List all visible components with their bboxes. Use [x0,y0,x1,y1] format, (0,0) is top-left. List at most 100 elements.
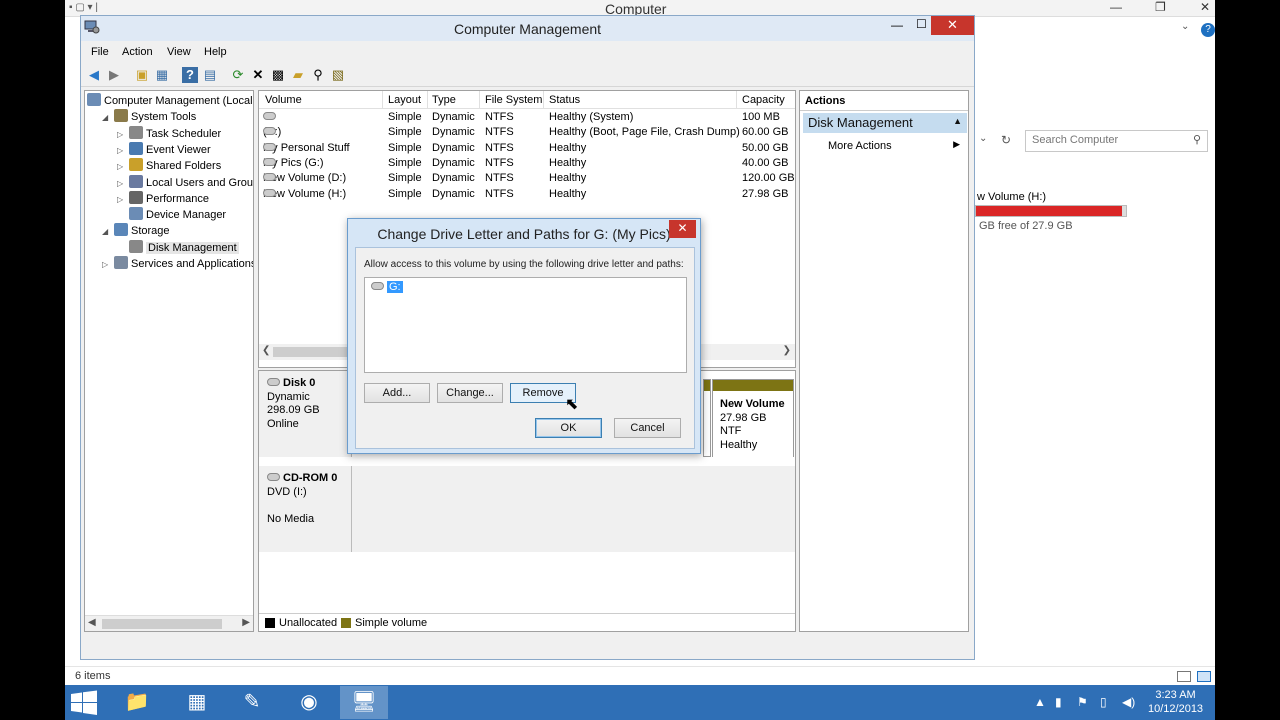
column-layout[interactable]: Layout [388,94,421,106]
show-hidden-icons-icon[interactable]: ▲ [1034,695,1046,709]
column-capacity[interactable]: Capacity [742,94,785,106]
action-center-icon[interactable]: ⚑ [1077,695,1088,709]
expand-icon[interactable]: ▷ [117,130,129,139]
chrome-taskbar-icon[interactable]: ◉ [285,686,333,719]
expand-icon[interactable]: ▷ [117,179,129,188]
volume-row[interactable]: (C:) Simple Dynamic NTFS Healthy (Boot, Page… [259,125,795,140]
clock[interactable]: 3:23 AM 10/12/2013 [1148,688,1203,716]
column-file-system[interactable]: File System [485,94,542,106]
tree-item-computer-management-local[interactable]: Computer Management (Local [87,93,253,109]
help-icon[interactable]: ? [1201,23,1215,37]
tree-item-disk-management[interactable]: Disk Management [117,239,239,256]
tree-item-shared-folders[interactable]: ▷ Shared Folders [117,158,221,174]
address-dropdown-icon[interactable]: ⌄ [979,133,987,144]
scroll-right-icon[interactable]: ▶ [242,617,250,628]
search-icon[interactable]: ⚲ [310,67,326,83]
cdrom-label[interactable]: CD-ROM 0 DVD (I:) No Media [259,466,352,552]
menu-view[interactable]: View [167,46,191,58]
collapse-icon[interactable]: ▲ [953,116,962,126]
more-actions[interactable]: More Actions [828,140,892,152]
show-hide-tree-icon[interactable]: ▦ [154,67,170,83]
start-button-icon[interactable] [69,690,99,716]
expand-icon[interactable]: ◢ [102,113,114,122]
scroll-thumb[interactable] [102,619,222,629]
refresh-icon[interactable]: ↻ [1001,133,1011,147]
volume-row[interactable]: My Personal Stuff Simple Dynamic NTFS Health… [259,141,795,156]
volume-row[interactable]: New Volume (H:) Simple Dynamic NTFS Healthy 2… [259,187,795,202]
tree-item-event-viewer[interactable]: ▷ Event Viewer [117,141,211,158]
volume-capacity-cell: 100 MB [742,111,780,123]
notes-taskbar-icon[interactable]: ✎ [228,686,276,719]
change-button[interactable]: Change... [437,383,503,403]
expand-icon[interactable]: ▷ [102,260,114,269]
computer-management-taskbar-icon[interactable]: 🖥 [340,686,388,719]
tree-item-services-and-applications[interactable]: ▷ Services and Applications [102,256,253,272]
actions-disk-management[interactable]: Disk Management ▲ [803,113,967,133]
expand-icon[interactable]: ▷ [117,195,129,204]
delete-icon[interactable]: ✕ [250,67,266,83]
tree-item-storage[interactable]: ◢ Storage [102,223,170,239]
volume-capacity-cell: 60.00 GB [742,126,789,139]
volume-row[interactable]: Simple Dynamic NTFS Healthy (System) 100 MB [259,110,795,125]
show-hide-action-pane-icon[interactable]: ▤ [202,67,218,83]
calculator-taskbar-icon[interactable]: ▦ [173,686,221,719]
tree-item-local-users-and-groups[interactable]: ▷ Local Users and Groups [117,174,253,191]
forward-icon[interactable]: ▶ [106,67,122,83]
properties-icon[interactable]: ▩ [270,67,286,83]
menu-action[interactable]: Action [122,46,153,58]
add-button[interactable]: Add... [364,383,430,403]
paths-list[interactable]: G: [364,277,687,373]
back-icon[interactable]: ◀ [86,67,102,83]
ok-button[interactable]: OK [535,418,602,438]
volume-block-status: Healthy [720,438,758,451]
scroll-right-icon[interactable]: ❯ [783,345,791,356]
volume-block-h[interactable]: New Volume 27.98 GB NTF Healthy [712,379,794,459]
power-icon[interactable]: ▯ [1100,695,1107,709]
tree-item-system-tools[interactable]: ◢ System Tools [102,109,196,125]
expand-icon[interactable]: ▷ [117,162,129,171]
dialog-instruction: Allow access to this volume by using the… [364,259,684,270]
expand-icon[interactable]: ▷ [117,146,129,155]
details-view-icon[interactable] [1177,671,1191,682]
cm-close-button[interactable]: ✕ [931,16,974,35]
menu-help[interactable]: Help [204,46,227,58]
tree-item-performance[interactable]: ▷ Performance [117,190,209,207]
cdrom-icon [267,473,280,481]
explorer-close-button[interactable]: ✕ [1200,0,1210,14]
column-volume[interactable]: Volume [265,94,302,106]
disk0-label[interactable]: Disk 0 Dynamic 298.09 GB Online [259,371,352,457]
volume-row[interactable]: My Pics (G:) Simple Dynamic NTFS Healthy 40.0… [259,156,795,171]
settings-icon[interactable]: ▧ [330,67,346,83]
dialog-close-button[interactable]: ✕ [669,220,696,238]
large-icons-view-icon[interactable] [1197,671,1211,682]
column-status[interactable]: Status [549,94,580,106]
explorer-minimize-button[interactable]: — [1110,0,1122,14]
up-folder-icon[interactable]: ▣ [134,67,150,83]
tree-horizontal-scrollbar[interactable]: ◀ ▶ [85,615,253,631]
scroll-thumb[interactable] [273,347,353,357]
scroll-left-icon[interactable]: ◀ [88,617,96,628]
column-type[interactable]: Type [432,94,456,106]
expand-icon[interactable]: ◢ [102,227,114,236]
drive-name[interactable]: w Volume (H:) [977,191,1046,203]
cm-minimize-button[interactable]: — [891,18,903,32]
volume-row[interactable]: New Volume (D:) Simple Dynamic NTFS Healthy 1… [259,171,795,186]
scroll-left-icon[interactable]: ❮ [262,345,270,356]
cancel-button[interactable]: Cancel [614,418,681,438]
refresh-icon[interactable]: ⟳ [230,67,246,83]
quick-access-toolbar[interactable]: ▪ ▢ ▾ | [69,2,98,13]
explorer-maximize-button[interactable]: ❐ [1155,0,1166,14]
ribbon-expand-icon[interactable]: ⌄ [1181,21,1189,32]
help-topics-icon[interactable]: ? [182,67,198,83]
tree-item-task-scheduler[interactable]: ▷ Task Scheduler [117,125,221,142]
path-item-g[interactable]: G: [371,281,403,293]
search-input[interactable]: Search Computer ⚲ [1025,130,1208,152]
file-explorer-taskbar-icon[interactable]: 📁 [113,686,161,719]
network-icon[interactable]: ▮ [1055,695,1062,709]
volume-icon[interactable]: ◀) [1122,695,1135,709]
volume-block-partial[interactable] [703,379,711,457]
menu-file[interactable]: File [91,46,109,58]
cm-maximize-button[interactable]: ☐ [916,17,927,31]
open-icon[interactable]: ▰ [290,67,306,83]
tree-item-device-manager[interactable]: Device Manager [117,207,226,223]
